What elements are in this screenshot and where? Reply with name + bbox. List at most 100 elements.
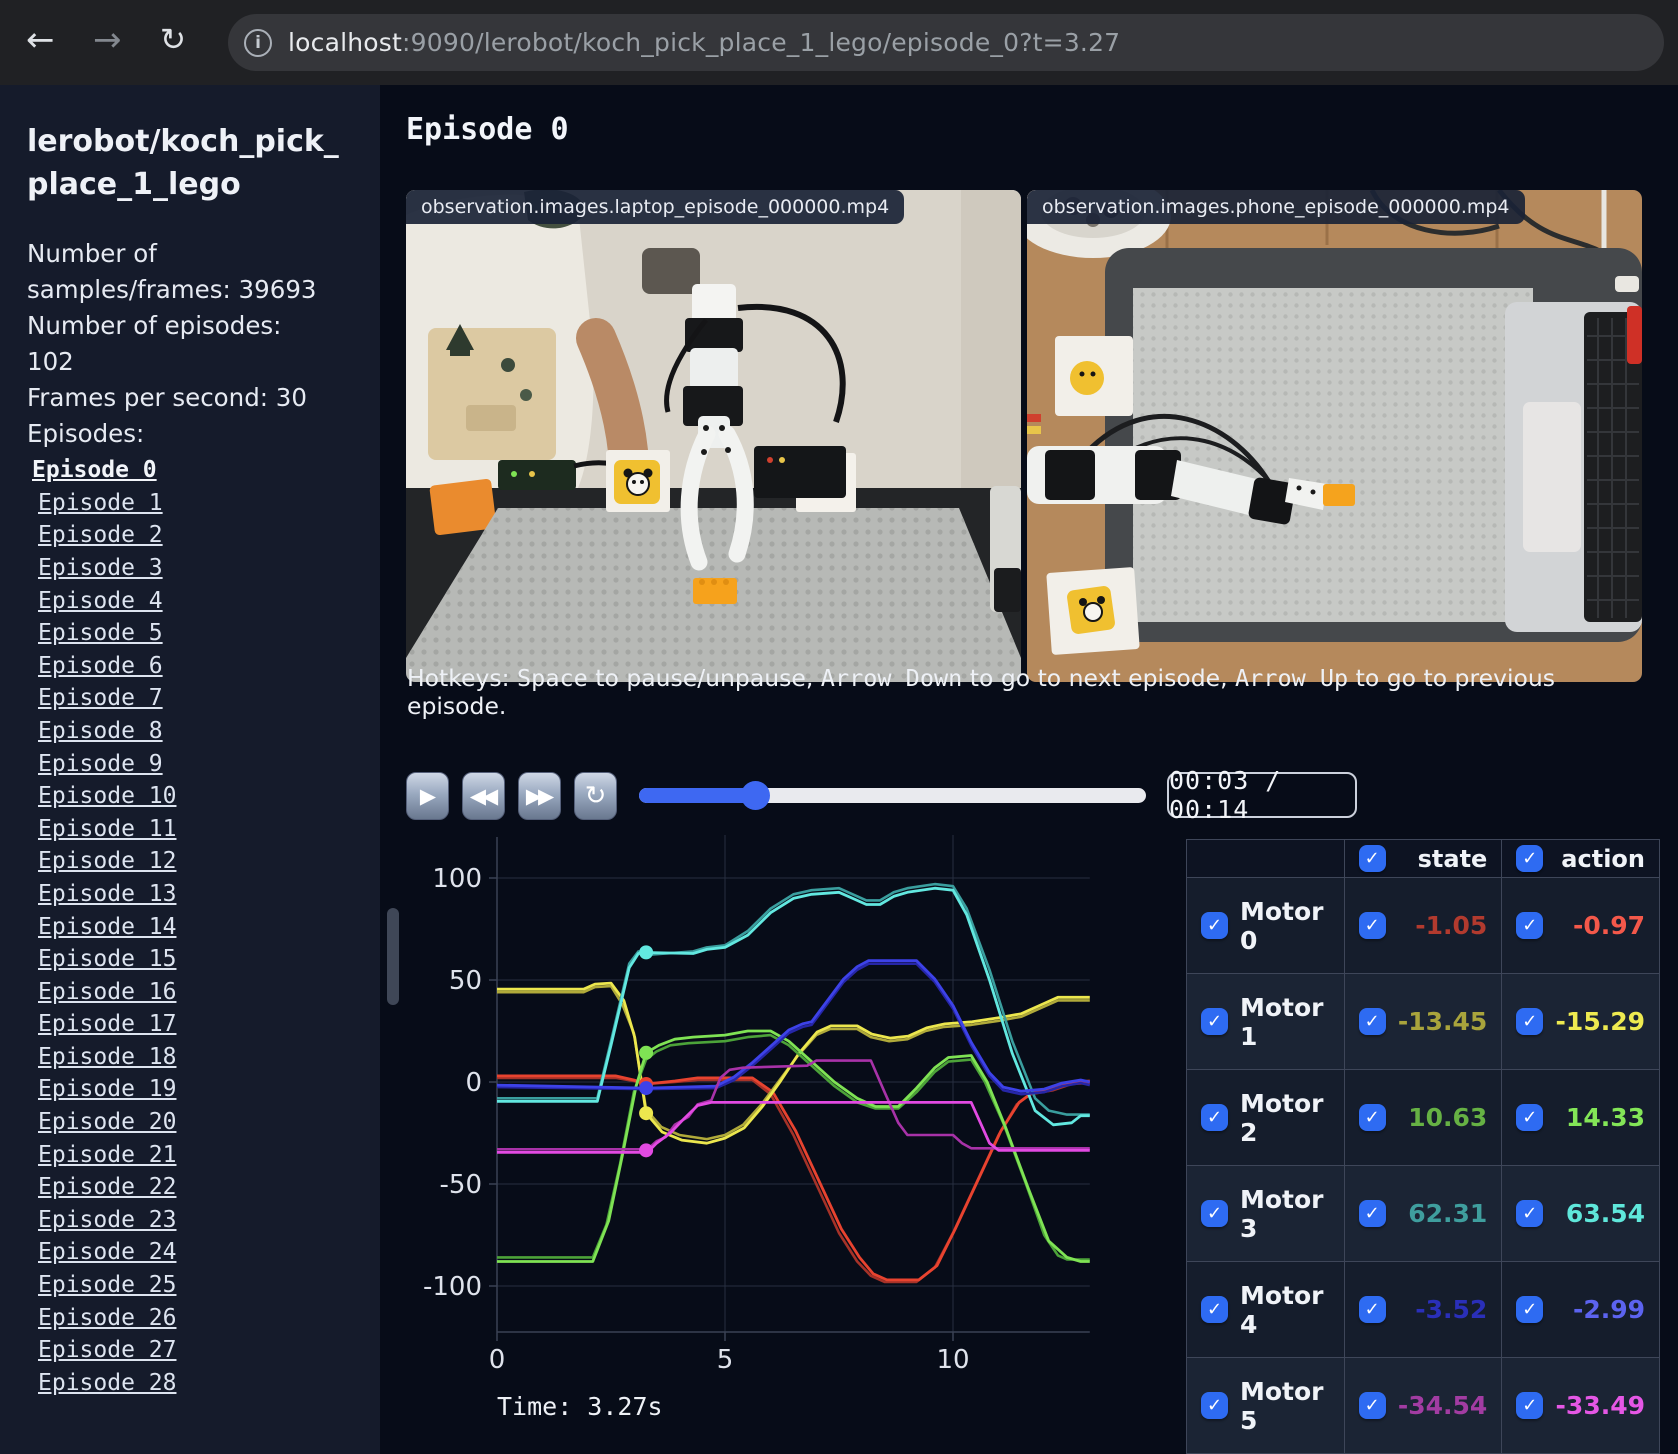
sidebar-item-episode-10[interactable]: Episode 10 [38,780,380,813]
hotkey-key: Arrow Down [820,664,963,692]
motor-checkbox[interactable]: ✓ [1201,1200,1228,1227]
state-all-checkbox[interactable]: ✓ [1358,844,1386,872]
action-value: -15.29 [1555,1007,1645,1036]
sidebar-item-episode-6[interactable]: Episode 6 [38,650,380,683]
state-checkbox[interactable]: ✓ [1358,1008,1386,1035]
sidebar-item-episode-7[interactable]: Episode 7 [38,682,380,715]
series-action-motor-0 [497,1074,1090,1282]
sidebar-item-episode-2[interactable]: Episode 2 [38,519,380,552]
state-checkbox[interactable]: ✓ [1358,1392,1386,1419]
scrollbar-thumb[interactable] [387,908,399,1005]
seek-slider-fill [639,788,756,803]
fast-forward-button[interactable]: ▶▶ [518,772,561,820]
state-value: 62.31 [1408,1199,1488,1228]
sidebar-item-episode-26[interactable]: Episode 26 [38,1302,380,1335]
sidebar-item-episode-0[interactable]: Episode 0 [32,454,380,487]
laptop [1505,302,1642,632]
seek-slider-thumb[interactable] [741,781,771,810]
dataset-stats: Number of samples/frames: 39693 Number of… [27,236,329,452]
video-laptop-frame [406,190,1021,682]
series-state-motor-3 [497,882,1090,1116]
sidebar-item-episode-17[interactable]: Episode 17 [38,1008,380,1041]
table-header-state: ✓ state [1343,839,1503,878]
sidebar-item-episode-23[interactable]: Episode 23 [38,1204,380,1237]
sidebar-item-episode-1[interactable]: Episode 1 [38,487,380,520]
state-value: 10.63 [1408,1103,1488,1132]
motor-checkbox[interactable]: ✓ [1201,1104,1228,1131]
sidebar-item-episode-18[interactable]: Episode 18 [38,1041,380,1074]
action-checkbox[interactable]: ✓ [1516,1104,1544,1131]
sidebar-item-episode-13[interactable]: Episode 13 [38,878,380,911]
sidebar-item-episode-21[interactable]: Episode 21 [38,1139,380,1172]
motor-checkbox[interactable]: ✓ [1201,1296,1228,1323]
motor-label: Motor 4 [1240,1280,1324,1339]
url-path: :9090/lerobot/koch_pick_place_1_lego/epi… [402,28,1121,57]
state-value: -3.52 [1415,1295,1488,1324]
page-title: Episode 0 [406,112,569,147]
action-checkbox[interactable]: ✓ [1516,1008,1544,1035]
sidebar-item-episode-15[interactable]: Episode 15 [38,943,380,976]
seek-slider[interactable] [639,781,1146,810]
state-checkbox[interactable]: ✓ [1358,912,1386,939]
series-state-motor-0 [497,1076,1090,1284]
action-value: 63.54 [1565,1199,1645,1228]
hotkey-key: Arrow Up [1235,664,1349,692]
motor-chart[interactable]: 100 50 0 -50 -100 0 5 10 [406,825,1106,1395]
sidebar-item-episode-14[interactable]: Episode 14 [38,911,380,944]
action-checkbox[interactable]: ✓ [1516,912,1544,939]
action-value: -2.99 [1572,1295,1645,1324]
action-all-checkbox[interactable]: ✓ [1516,844,1544,872]
chart-time-label: Time: 3.27s [497,1392,663,1421]
sidebar-item-episode-16[interactable]: Episode 16 [38,976,380,1009]
table-header-row: ✓ state ✓ action [1186,839,1660,878]
sidebar-item-episode-3[interactable]: Episode 3 [38,552,380,585]
table-row: ✓ Motor 3 ✓ 62.31 ✓ 63.54 [1186,1165,1660,1262]
sidebar-item-episode-4[interactable]: Episode 4 [38,585,380,618]
sidebar-item-episode-11[interactable]: Episode 11 [38,813,380,846]
play-button[interactable]: ▶ [406,772,449,820]
sidebar-item-episode-9[interactable]: Episode 9 [38,748,380,781]
action-checkbox[interactable]: ✓ [1516,1296,1544,1323]
action-value: -0.97 [1572,911,1645,940]
state-checkbox[interactable]: ✓ [1358,1296,1386,1323]
state-value: -13.45 [1397,1007,1488,1036]
hotkey-text: Hotkeys: [407,664,518,692]
sidebar-item-episode-20[interactable]: Episode 20 [38,1106,380,1139]
sidebar-item-episode-24[interactable]: Episode 24 [38,1236,380,1269]
forward-icon[interactable]: → [93,20,122,60]
table-header-empty [1186,839,1345,878]
sidebar-item-episode-8[interactable]: Episode 8 [38,715,380,748]
sidebar-item-episode-22[interactable]: Episode 22 [38,1171,380,1204]
motor-checkbox[interactable]: ✓ [1201,1008,1228,1035]
sidebar-item-episode-5[interactable]: Episode 5 [38,617,380,650]
state-checkbox[interactable]: ✓ [1358,1104,1386,1131]
stat-line: Frames per second: 30 [27,383,307,413]
sidebar-item-episode-28[interactable]: Episode 28 [38,1367,380,1400]
reload-icon[interactable]: ↻ [160,22,186,58]
state-value: -34.54 [1397,1391,1488,1420]
robot-arm-2 [990,486,1021,612]
svg-text:50: 50 [449,966,482,996]
sidebar-item-episode-12[interactable]: Episode 12 [38,845,380,878]
video-phone[interactable]: observation.images.phone_episode_000000.… [1027,190,1642,682]
rewind-button[interactable]: ◀◀ [462,772,505,820]
action-checkbox[interactable]: ✓ [1516,1200,1544,1227]
video-title-laptop: observation.images.laptop_episode_000000… [406,190,905,224]
address-bar[interactable]: i localhost:9090/lerobot/koch_pick_place… [228,14,1664,71]
sidebar-item-episode-25[interactable]: Episode 25 [38,1269,380,1302]
orange-brick [1323,484,1355,506]
video-laptop[interactable]: observation.images.laptop_episode_000000… [406,190,1021,682]
motor-label: Motor 5 [1240,1376,1324,1435]
motor-checkbox[interactable]: ✓ [1201,1392,1228,1419]
svg-text:-50: -50 [440,1170,482,1200]
loop-button[interactable]: ↻ [574,772,617,820]
motor-table: ✓ state ✓ action ✓ Motor 0 ✓ -1.05 ✓ -0.97 ✓ M… [1186,839,1660,1454]
site-info-icon[interactable]: i [244,28,272,57]
sidebar-item-episode-27[interactable]: Episode 27 [38,1334,380,1367]
table-row: ✓ Motor 5 ✓ -34.54 ✓ -33.49 [1186,1357,1660,1454]
back-icon[interactable]: ← [26,20,55,60]
sidebar-item-episode-19[interactable]: Episode 19 [38,1073,380,1106]
motor-checkbox[interactable]: ✓ [1201,912,1228,939]
state-checkbox[interactable]: ✓ [1358,1200,1386,1227]
action-checkbox[interactable]: ✓ [1516,1392,1544,1419]
